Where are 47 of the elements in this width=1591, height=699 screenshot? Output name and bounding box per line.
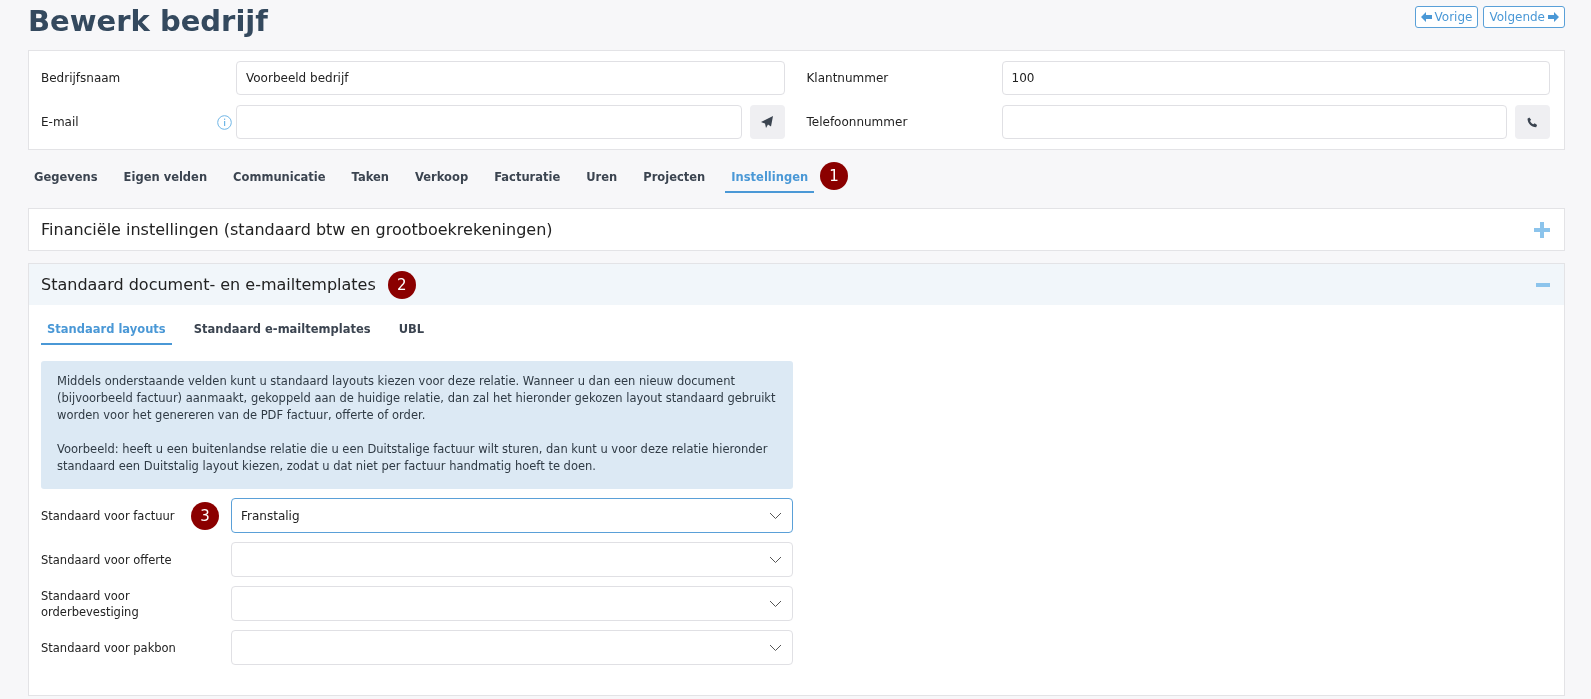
field-label: Bedrijfsnaam: [41, 71, 122, 85]
arrow-left-icon: [1420, 12, 1432, 22]
arrow-right-icon: [1548, 12, 1559, 22]
sub-tab[interactable]: UBL: [392, 313, 431, 345]
field-label: Standaard voor factuur: [41, 507, 176, 524]
accordion-header[interactable]: Standaard document- en e-mailtemplates 2: [29, 264, 1564, 305]
step-marker: 3: [191, 501, 219, 530]
select-field[interactable]: [231, 542, 793, 577]
field-label: Standaard voor offerte: [41, 551, 173, 568]
minus-icon: [1536, 282, 1550, 287]
section-title: Financiële instellingen (standaard btw en grootboekrekeningen): [41, 220, 553, 239]
call-button[interactable]: [1515, 105, 1550, 139]
field-label: Telefoonnummer: [806, 115, 909, 129]
step-marker: 2: [387, 270, 416, 299]
select-field[interactable]: [231, 630, 793, 665]
phone-icon: [1527, 116, 1538, 128]
field-label: Klantnummer: [806, 71, 890, 85]
chevron-down-icon: [769, 643, 782, 652]
page-title: Bewerk bedrijf: [28, 4, 268, 38]
input-field[interactable]: 100: [1001, 61, 1550, 95]
tab[interactable]: Verkoop: [409, 159, 475, 193]
field-label: Standaard voor orderbevestiging: [41, 587, 140, 620]
input-field[interactable]: [1001, 105, 1507, 139]
tab[interactable]: Uren: [580, 159, 624, 193]
field-label: Standaard voor pakbon: [41, 639, 177, 656]
field-label: E-mail: [41, 115, 80, 129]
send-button[interactable]: [749, 105, 785, 139]
select-field[interactable]: Franstalig: [231, 498, 793, 533]
tab[interactable]: Gegevens: [28, 159, 104, 193]
chevron-down-icon: [769, 511, 782, 520]
input-field[interactable]: Voorbeeld bedrijf: [236, 61, 785, 95]
chevron-down-icon: [769, 599, 782, 608]
select-field[interactable]: [231, 586, 793, 621]
tab[interactable]: Communicatie: [227, 159, 332, 193]
input-field[interactable]: [236, 105, 742, 139]
plus-icon: [1534, 221, 1550, 238]
info-paragraph: Voorbeeld: heeft u een buitenlandse relatie die u een Duitstalige factuur wilt sturen, dan kunt u voor deze relatie hieronder standaard een Duitstalig layout kiezen, zodat u dat niet per factuur handmatig hoeft te doen.: [57, 441, 769, 475]
tab[interactable]: Taken: [345, 159, 395, 193]
send-icon: [760, 116, 774, 128]
chevron-down-icon: [769, 555, 782, 564]
info-paragraph: Middels onderstaande velden kunt u standaard layouts kiezen voor deze relatie. Wanneer u dan een nieuw document (bijvoorbeeld factuur) aanmaakt, gekoppeld aan de huidige relatie, dan zal het hieronder gekozen layout standaard gebruikt worden voor het genereren van de PDF factuur, offerte of order.: [57, 373, 777, 424]
sub-tab[interactable]: Standaard e-mailtemplates: [187, 313, 377, 345]
tab[interactable]: Eigen velden: [117, 159, 214, 193]
section-title: Standaard document- en e-mailtemplates: [41, 275, 376, 294]
tab[interactable]: Projecten: [637, 159, 712, 193]
tab[interactable]: Facturatie: [488, 159, 567, 193]
step-marker: 1: [820, 162, 849, 190]
